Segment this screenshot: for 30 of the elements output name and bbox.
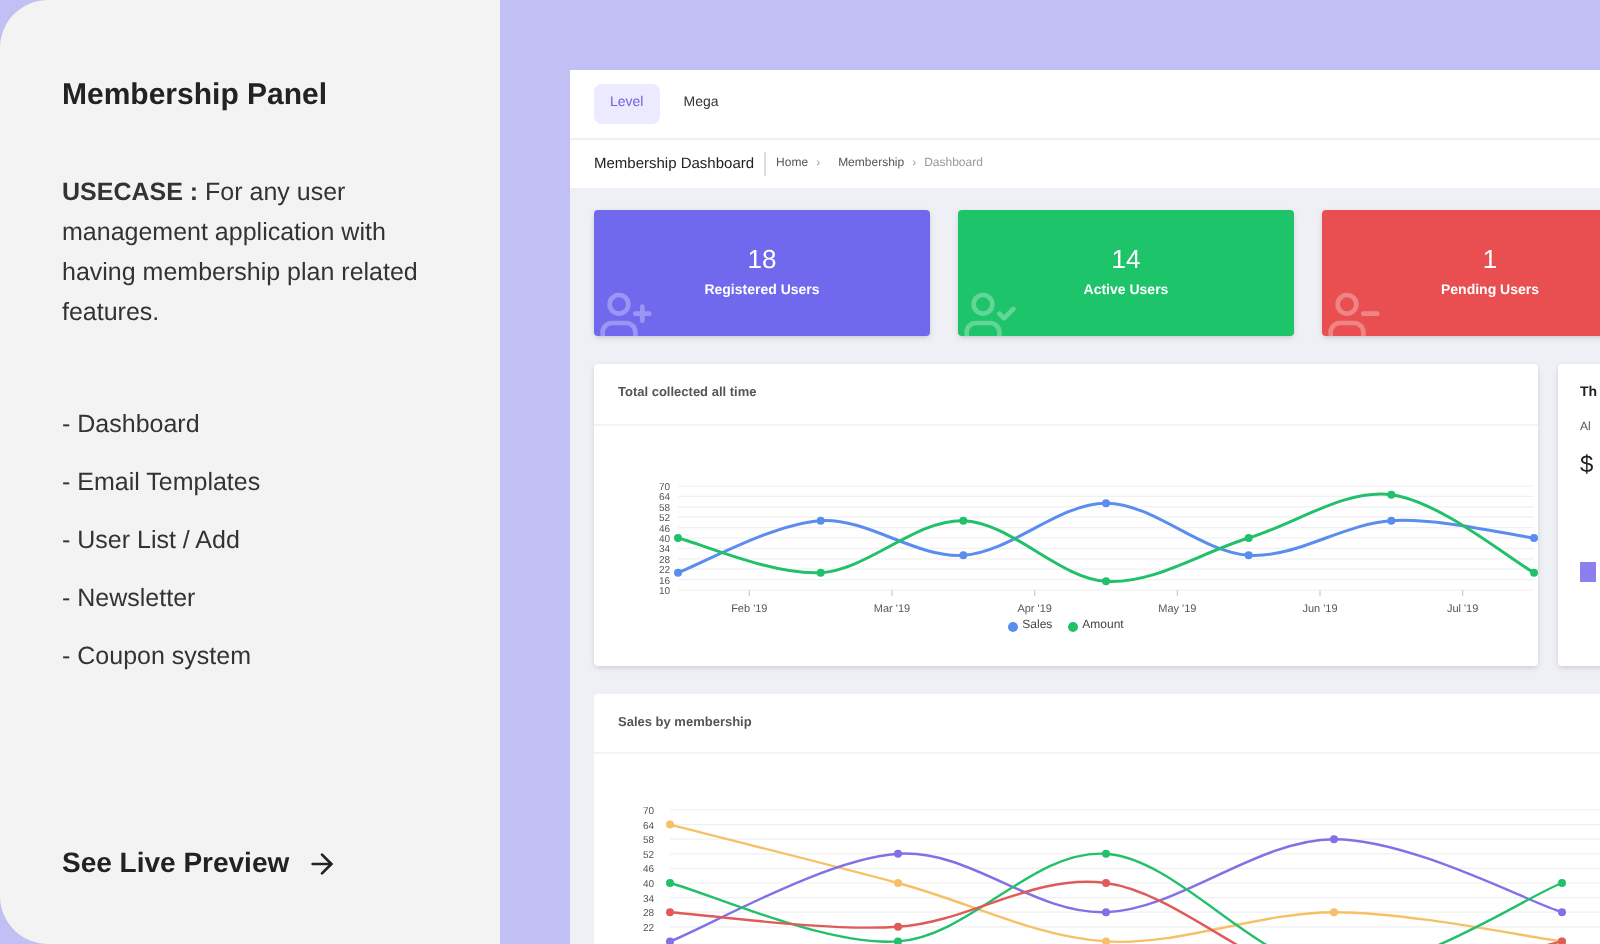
data-point <box>1244 551 1253 560</box>
feature-item: - User List / Add <box>62 523 242 557</box>
amount-value: $ <box>1580 447 1596 481</box>
chart-bar <box>1580 561 1596 581</box>
data-point <box>1530 534 1538 542</box>
feature-item: - Newsletter <box>62 581 198 615</box>
user-icon <box>598 288 654 336</box>
feature-item: - Dashboard <box>62 407 202 441</box>
live-preview-link[interactable]: See Live Preview <box>62 842 338 884</box>
data-point <box>1387 490 1396 499</box>
data-point <box>959 516 968 525</box>
data-point <box>674 534 682 542</box>
data-point <box>1387 516 1396 525</box>
panel-title: Membership Panel <box>62 76 330 116</box>
data-point <box>959 551 968 560</box>
user-icon <box>1326 288 1382 336</box>
data-point <box>1102 499 1110 508</box>
stat-value: 14 <box>1111 243 1141 276</box>
data-point <box>1102 577 1110 586</box>
data-point <box>816 568 825 577</box>
user-icon <box>962 288 1018 336</box>
feature-item: - Email Templates <box>62 465 263 500</box>
data-point <box>816 516 825 525</box>
stat-value: 18 <box>747 243 777 276</box>
data-point <box>674 568 682 577</box>
feature-item: - Coupon system <box>62 639 253 674</box>
data-point <box>1530 568 1538 577</box>
data-point <box>1244 534 1253 542</box>
usecase-description: USECASE : For any user management application with having membership plan related features. <box>62 175 420 329</box>
stat-value: 1 <box>1482 243 1498 276</box>
